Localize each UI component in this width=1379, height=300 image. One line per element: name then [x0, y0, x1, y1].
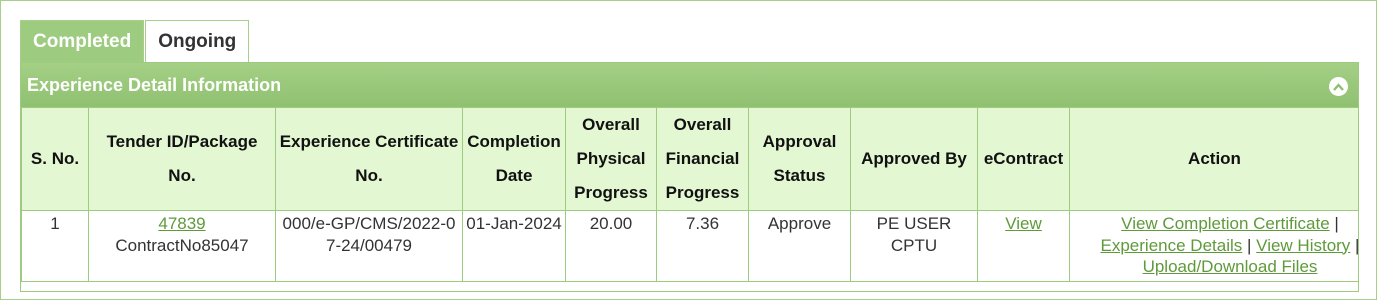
- table-row: 1 47839 ContractNo85047 000/e-GP/CMS/202…: [21, 210, 1358, 282]
- cell-financial-progress: 7.36: [656, 210, 749, 282]
- tab-bar: Completed Ongoing: [20, 20, 250, 63]
- upload-download-files-link[interactable]: Upload/Download Files: [1143, 257, 1318, 276]
- view-completion-certificate-link[interactable]: View Completion Certificate: [1121, 214, 1330, 233]
- cell-completion-date: 01-Jan-2024: [462, 210, 566, 282]
- collapse-icon[interactable]: [1329, 77, 1348, 96]
- col-header-s-no: S. No.: [21, 107, 89, 211]
- econtract-view-link[interactable]: View: [1005, 214, 1042, 233]
- cell-approval-status: Approve: [748, 210, 851, 282]
- col-header-tender-id: Tender ID/Package No.: [88, 107, 276, 211]
- col-header-approved-by: Approved By: [850, 107, 978, 211]
- col-header-action: Action: [1069, 107, 1358, 211]
- col-header-certificate-no: Experience Certificate No.: [275, 107, 463, 211]
- col-header-approval-status: Approval Status: [748, 107, 851, 211]
- cell-certificate-no: 000/e-GP/CMS/2022-07-24/00479: [275, 210, 463, 282]
- cell-tender-id: 47839 ContractNo85047: [88, 210, 276, 282]
- tab-ongoing[interactable]: Ongoing: [145, 20, 250, 63]
- cell-approved-by: PE USER CPTU: [850, 210, 978, 282]
- tender-id-link[interactable]: 47839: [158, 214, 205, 233]
- cell-action: View Completion Certificate | Experience…: [1069, 210, 1358, 282]
- action-separator: |: [1355, 236, 1358, 255]
- experience-table: S. No. Tender ID/Package No. Experience …: [21, 107, 1358, 282]
- action-separator: |: [1334, 214, 1339, 233]
- action-separator: |: [1247, 235, 1252, 255]
- package-no: ContractNo85047: [115, 235, 249, 255]
- col-header-financial-progress: Overall Financial Progress: [656, 107, 749, 211]
- cell-s-no: 1: [21, 210, 89, 282]
- cell-physical-progress: 20.00: [565, 210, 657, 282]
- col-header-physical-progress: Overall Physical Progress: [565, 107, 657, 211]
- panel-header: Experience Detail Information: [21, 63, 1358, 108]
- col-header-completion-date: Completion Date: [462, 107, 566, 211]
- chevron-up-icon: [1333, 82, 1344, 91]
- tab-completed[interactable]: Completed: [20, 20, 145, 63]
- panel-title: Experience Detail Information: [27, 75, 282, 95]
- col-header-econtract: eContract: [977, 107, 1070, 211]
- table-header-row: S. No. Tender ID/Package No. Experience …: [21, 107, 1358, 211]
- experience-details-link[interactable]: Experience Details: [1101, 236, 1243, 255]
- cell-econtract: View: [977, 210, 1070, 282]
- experience-panel: Experience Detail Information S. No. Ten…: [20, 62, 1359, 292]
- view-history-link[interactable]: View History: [1256, 236, 1350, 255]
